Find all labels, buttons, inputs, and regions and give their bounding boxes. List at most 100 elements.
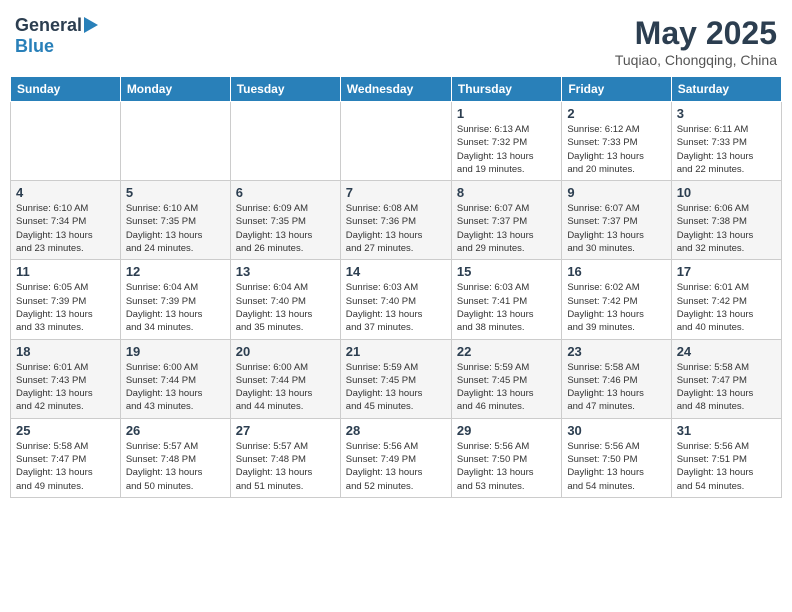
calendar-cell: 19 Sunrise: 6:00 AM Sunset: 7:44 PM Dayli… <box>120 339 230 418</box>
calendar-cell: 6 Sunrise: 6:09 AM Sunset: 7:35 PM Daylig… <box>230 181 340 260</box>
day-info: Sunrise: 6:00 AM Sunset: 7:44 PM Dayligh… <box>126 361 225 414</box>
day-info: Sunrise: 6:06 AM Sunset: 7:38 PM Dayligh… <box>677 202 776 255</box>
day-number: 14 <box>346 264 446 279</box>
day-number: 22 <box>457 344 556 359</box>
day-info: Sunrise: 6:05 AM Sunset: 7:39 PM Dayligh… <box>16 281 115 334</box>
calendar-cell: 24Sunrise: 5:58 AM Sunset: 7:47 PM Dayli… <box>671 339 781 418</box>
calendar-cell: 5Sunrise: 6:10 AM Sunset: 7:35 PM Daylig… <box>120 181 230 260</box>
calendar-cell: 21 Sunrise: 5:59 AM Sunset: 7:45 PM Dayli… <box>340 339 451 418</box>
day-number: 10 <box>677 185 776 200</box>
calendar-week-row: 11 Sunrise: 6:05 AM Sunset: 7:39 PM Dayli… <box>11 260 782 339</box>
day-number: 27 <box>236 423 335 438</box>
day-info: Sunrise: 6:02 AM Sunset: 7:42 PM Dayligh… <box>567 281 665 334</box>
day-number: 25 <box>16 423 115 438</box>
page-header: General Blue May 2025 Tuqiao, Chongqing,… <box>10 10 782 68</box>
calendar-cell: 10 Sunrise: 6:06 AM Sunset: 7:38 PM Dayli… <box>671 181 781 260</box>
day-number: 4 <box>16 185 115 200</box>
day-number: 21 <box>346 344 446 359</box>
day-info: Sunrise: 6:07 AM Sunset: 7:37 PM Dayligh… <box>457 202 556 255</box>
calendar-cell: 25Sunrise: 5:58 AM Sunset: 7:47 PM Dayli… <box>11 418 121 497</box>
day-info: Sunrise: 6:09 AM Sunset: 7:35 PM Dayligh… <box>236 202 335 255</box>
day-number: 11 <box>16 264 115 279</box>
day-info: Sunrise: 6:03 AM Sunset: 7:41 PM Dayligh… <box>457 281 556 334</box>
calendar-cell <box>120 102 230 181</box>
day-info: Sunrise: 6:07 AM Sunset: 7:37 PM Dayligh… <box>567 202 665 255</box>
day-number: 2 <box>567 106 665 121</box>
day-number: 5 <box>126 185 225 200</box>
location-subtitle: Tuqiao, Chongqing, China <box>615 52 777 68</box>
day-info: Sunrise: 6:04 AM Sunset: 7:40 PM Dayligh… <box>236 281 335 334</box>
calendar-cell: 12 Sunrise: 6:04 AM Sunset: 7:39 PM Dayli… <box>120 260 230 339</box>
day-number: 30 <box>567 423 665 438</box>
day-info: Sunrise: 5:56 AM Sunset: 7:51 PM Dayligh… <box>677 440 776 493</box>
day-number: 29 <box>457 423 556 438</box>
day-info: Sunrise: 6:01 AM Sunset: 7:43 PM Dayligh… <box>16 361 115 414</box>
day-info: Sunrise: 5:57 AM Sunset: 7:48 PM Dayligh… <box>236 440 335 493</box>
day-number: 26 <box>126 423 225 438</box>
day-number: 12 <box>126 264 225 279</box>
calendar-cell <box>11 102 121 181</box>
day-info: Sunrise: 6:11 AM Sunset: 7:33 PM Dayligh… <box>677 123 776 176</box>
calendar-cell: 3 Sunrise: 6:11 AM Sunset: 7:33 PM Daylig… <box>671 102 781 181</box>
calendar-cell: 9 Sunrise: 6:07 AM Sunset: 7:37 PM Daylig… <box>562 181 671 260</box>
day-number: 24 <box>677 344 776 359</box>
day-number: 17 <box>677 264 776 279</box>
title-block: May 2025 Tuqiao, Chongqing, China <box>615 15 777 68</box>
calendar-cell: 14 Sunrise: 6:03 AM Sunset: 7:40 PM Dayli… <box>340 260 451 339</box>
weekday-header-tuesday: Tuesday <box>230 77 340 102</box>
logo-general-text: General <box>15 15 82 36</box>
day-number: 15 <box>457 264 556 279</box>
day-info: Sunrise: 5:56 AM Sunset: 7:50 PM Dayligh… <box>567 440 665 493</box>
calendar-cell: 28 Sunrise: 5:56 AM Sunset: 7:49 PM Dayli… <box>340 418 451 497</box>
day-info: Sunrise: 5:56 AM Sunset: 7:49 PM Dayligh… <box>346 440 446 493</box>
calendar-week-row: 4 Sunrise: 6:10 AM Sunset: 7:34 PM Daylig… <box>11 181 782 260</box>
calendar-cell <box>230 102 340 181</box>
calendar-cell: 26 Sunrise: 5:57 AM Sunset: 7:48 PM Dayli… <box>120 418 230 497</box>
weekday-header-row: SundayMondayTuesdayWednesdayThursdayFrid… <box>11 77 782 102</box>
day-number: 9 <box>567 185 665 200</box>
calendar-cell: 18 Sunrise: 6:01 AM Sunset: 7:43 PM Dayli… <box>11 339 121 418</box>
day-info: Sunrise: 6:00 AM Sunset: 7:44 PM Dayligh… <box>236 361 335 414</box>
day-info: Sunrise: 6:04 AM Sunset: 7:39 PM Dayligh… <box>126 281 225 334</box>
calendar-cell: 4 Sunrise: 6:10 AM Sunset: 7:34 PM Daylig… <box>11 181 121 260</box>
logo-arrow-icon <box>84 17 98 33</box>
calendar-week-row: 1 Sunrise: 6:13 AM Sunset: 7:32 PM Daylig… <box>11 102 782 181</box>
calendar-cell: 15 Sunrise: 6:03 AM Sunset: 7:41 PM Dayli… <box>451 260 561 339</box>
calendar-week-row: 25Sunrise: 5:58 AM Sunset: 7:47 PM Dayli… <box>11 418 782 497</box>
calendar-cell: 11 Sunrise: 6:05 AM Sunset: 7:39 PM Dayli… <box>11 260 121 339</box>
day-number: 19 <box>126 344 225 359</box>
day-info: Sunrise: 6:13 AM Sunset: 7:32 PM Dayligh… <box>457 123 556 176</box>
day-number: 8 <box>457 185 556 200</box>
month-year-title: May 2025 <box>615 15 777 52</box>
calendar-cell: 17Sunrise: 6:01 AM Sunset: 7:42 PM Dayli… <box>671 260 781 339</box>
day-info: Sunrise: 5:59 AM Sunset: 7:45 PM Dayligh… <box>346 361 446 414</box>
calendar-cell: 29 Sunrise: 5:56 AM Sunset: 7:50 PM Dayli… <box>451 418 561 497</box>
day-number: 18 <box>16 344 115 359</box>
weekday-header-saturday: Saturday <box>671 77 781 102</box>
calendar-cell <box>340 102 451 181</box>
day-info: Sunrise: 6:10 AM Sunset: 7:34 PM Dayligh… <box>16 202 115 255</box>
day-number: 1 <box>457 106 556 121</box>
calendar-cell: 27 Sunrise: 5:57 AM Sunset: 7:48 PM Dayli… <box>230 418 340 497</box>
weekday-header-sunday: Sunday <box>11 77 121 102</box>
day-info: Sunrise: 6:03 AM Sunset: 7:40 PM Dayligh… <box>346 281 446 334</box>
weekday-header-thursday: Thursday <box>451 77 561 102</box>
weekday-header-friday: Friday <box>562 77 671 102</box>
day-number: 23 <box>567 344 665 359</box>
calendar-cell: 31 Sunrise: 5:56 AM Sunset: 7:51 PM Dayli… <box>671 418 781 497</box>
day-number: 13 <box>236 264 335 279</box>
day-info: Sunrise: 5:58 AM Sunset: 7:46 PM Dayligh… <box>567 361 665 414</box>
day-info: Sunrise: 5:57 AM Sunset: 7:48 PM Dayligh… <box>126 440 225 493</box>
day-number: 28 <box>346 423 446 438</box>
calendar-cell: 16Sunrise: 6:02 AM Sunset: 7:42 PM Dayli… <box>562 260 671 339</box>
day-number: 3 <box>677 106 776 121</box>
weekday-header-monday: Monday <box>120 77 230 102</box>
day-info: Sunrise: 6:12 AM Sunset: 7:33 PM Dayligh… <box>567 123 665 176</box>
calendar-cell: 20Sunrise: 6:00 AM Sunset: 7:44 PM Dayli… <box>230 339 340 418</box>
logo-blue-text: Blue <box>15 36 54 57</box>
day-info: Sunrise: 5:56 AM Sunset: 7:50 PM Dayligh… <box>457 440 556 493</box>
calendar-week-row: 18 Sunrise: 6:01 AM Sunset: 7:43 PM Dayli… <box>11 339 782 418</box>
day-number: 6 <box>236 185 335 200</box>
day-number: 31 <box>677 423 776 438</box>
calendar-cell: 1 Sunrise: 6:13 AM Sunset: 7:32 PM Daylig… <box>451 102 561 181</box>
